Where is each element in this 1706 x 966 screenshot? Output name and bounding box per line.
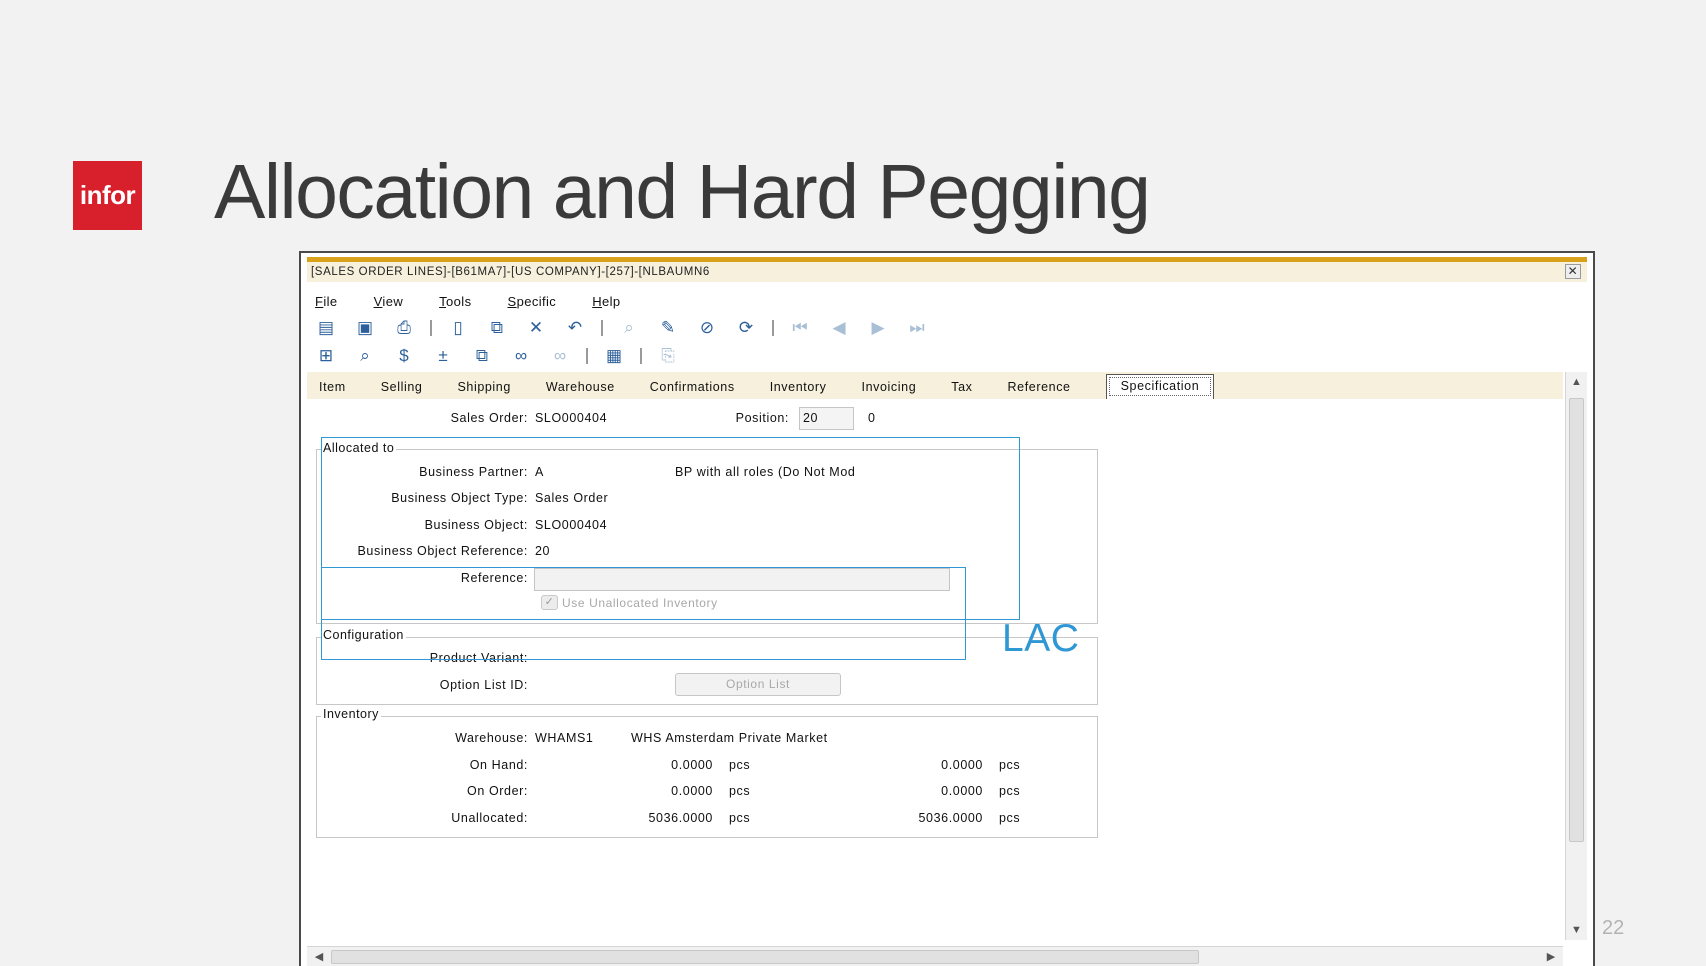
structure-icon[interactable]: ⊞ xyxy=(313,345,339,367)
export-icon[interactable]: ⎘ xyxy=(655,345,681,367)
copy-lines-icon[interactable]: ⧉ xyxy=(469,345,495,367)
menu-tools[interactable]: Tools xyxy=(439,294,471,309)
option-list-button[interactable]: Option List xyxy=(675,673,841,696)
menu-specific[interactable]: Specific xyxy=(507,294,556,309)
edit-icon[interactable]: ✎ xyxy=(655,317,681,339)
close-icon[interactable]: ✕ xyxy=(1565,264,1581,279)
inventory-title: Inventory xyxy=(321,707,381,721)
scroll-up-icon[interactable]: ▲ xyxy=(1566,372,1587,392)
menu-bar: File View Tools Specific Help xyxy=(315,294,657,309)
calculate-icon[interactable]: ± xyxy=(430,345,456,367)
tab-shipping[interactable]: Shipping xyxy=(457,380,510,399)
next-record-icon[interactable]: ▶ xyxy=(865,317,891,339)
position-label: Position: xyxy=(735,411,789,425)
find-icon[interactable]: ⌕ xyxy=(616,317,642,339)
infor-logo: infor xyxy=(73,161,142,230)
position-sequence: 0 xyxy=(868,411,876,425)
menu-view[interactable]: View xyxy=(374,294,404,309)
position-field[interactable]: 20 xyxy=(799,407,854,430)
on-order-unit-1: pcs xyxy=(729,784,751,798)
on-hand-label: On Hand: xyxy=(469,758,528,772)
report-icon[interactable]: ▦ xyxy=(601,345,627,367)
refresh-icon[interactable]: ⟳ xyxy=(733,317,759,339)
unallocated-qty-2: 5036.0000 xyxy=(918,811,983,825)
scroll-left-icon[interactable]: ◀ xyxy=(309,947,329,966)
menu-help[interactable]: Help xyxy=(592,294,620,309)
warehouse-description: WHS Amsterdam Private Market xyxy=(631,731,828,745)
option-list-id-label: Option List ID: xyxy=(439,678,528,692)
unallocated-unit-1: pcs xyxy=(729,811,751,825)
unallocated-label: Unallocated: xyxy=(451,811,528,825)
first-record-icon[interactable]: ⏮ xyxy=(787,317,813,339)
annotation-lac-box xyxy=(321,567,966,660)
vertical-scroll-thumb[interactable] xyxy=(1569,398,1584,842)
price-icon[interactable]: $ xyxy=(391,345,417,367)
toolbar-separator xyxy=(772,320,774,336)
on-order-qty-1: 0.0000 xyxy=(671,784,713,798)
slide-title: Allocation and Hard Pegging xyxy=(214,149,1151,235)
tab-inventory[interactable]: Inventory xyxy=(770,380,827,399)
horizontal-scrollbar[interactable]: ◀ ▶ xyxy=(307,946,1563,966)
sales-order-lines-window: [SALES ORDER LINES]-[B61MA7]-[US COMPANY… xyxy=(299,251,1595,966)
tab-confirmations[interactable]: Confirmations xyxy=(650,380,735,399)
toolbar-separator xyxy=(601,320,603,336)
warehouse-label: Warehouse: xyxy=(455,731,528,745)
window-title: [SALES ORDER LINES]-[B61MA7]-[US COMPANY… xyxy=(311,266,710,278)
page-number: 22 xyxy=(1602,917,1625,939)
on-hand-unit-2: pcs xyxy=(999,758,1021,772)
unallocated-qty-1: 5036.0000 xyxy=(648,811,713,825)
toolbar-primary: ▤ ▣ ⎙ ▯ ⧉ ✕ ↶ ⌕ ✎ ⊘ ⟳ ⏮ ◀ ▶ ⏭ xyxy=(313,316,943,340)
duplicate-icon[interactable]: ⧉ xyxy=(484,317,510,339)
on-order-label: On Order: xyxy=(467,784,528,798)
on-hand-unit-1: pcs xyxy=(729,758,751,772)
on-hand-qty-1: 0.0000 xyxy=(671,758,713,772)
scroll-down-icon[interactable]: ▼ xyxy=(1566,920,1587,940)
previous-record-icon[interactable]: ◀ xyxy=(826,317,852,339)
tab-invoicing[interactable]: Invoicing xyxy=(862,380,917,399)
toolbar-separator xyxy=(586,348,588,364)
new-record-icon[interactable]: ▯ xyxy=(445,317,471,339)
on-hand-qty-2: 0.0000 xyxy=(941,758,983,772)
toolbar-separator xyxy=(640,348,642,364)
warehouse-value: WHAMS1 xyxy=(535,731,594,745)
tab-item[interactable]: Item xyxy=(319,380,346,399)
tab-tax[interactable]: Tax xyxy=(951,380,972,399)
undo-icon[interactable]: ↶ xyxy=(562,317,588,339)
sales-order-value: SLO000404 xyxy=(535,411,608,425)
on-order-qty-2: 0.0000 xyxy=(941,784,983,798)
horizontal-scroll-thumb[interactable] xyxy=(331,950,1199,964)
tab-warehouse[interactable]: Warehouse xyxy=(546,380,615,399)
window-title-bar: [SALES ORDER LINES]-[B61MA7]-[US COMPANY… xyxy=(307,262,1587,282)
preview-icon[interactable]: ⌕ xyxy=(352,345,378,367)
toolbar-separator xyxy=(430,320,432,336)
link-icon[interactable]: ∞ xyxy=(508,345,534,367)
vertical-scrollbar[interactable]: ▲ ▼ xyxy=(1565,372,1587,940)
delete-icon[interactable]: ✕ xyxy=(523,317,549,339)
attachment-icon[interactable]: ⊘ xyxy=(694,317,720,339)
on-order-unit-2: pcs xyxy=(999,784,1021,798)
tab-selling[interactable]: Selling xyxy=(381,380,423,399)
tab-specification[interactable]: Specification xyxy=(1105,374,1215,399)
print-icon[interactable]: ⎙ xyxy=(391,317,417,339)
unallocated-unit-2: pcs xyxy=(999,811,1021,825)
tab-reference[interactable]: Reference xyxy=(1008,380,1071,399)
save-icon[interactable]: ▣ xyxy=(352,317,378,339)
toolbar-secondary: ⊞ ⌕ $ ± ⧉ ∞ ∞ ▦ ⎘ xyxy=(313,344,694,368)
last-record-icon[interactable]: ⏭ xyxy=(904,317,930,339)
menu-file[interactable]: File xyxy=(315,294,338,309)
unlink-icon[interactable]: ∞ xyxy=(547,345,573,367)
tab-bar: Item Selling Shipping Warehouse Confirma… xyxy=(307,372,1563,399)
save-and-exit-icon[interactable]: ▤ xyxy=(313,317,339,339)
sales-order-label: Sales Order: xyxy=(450,411,528,425)
scroll-right-icon[interactable]: ▶ xyxy=(1541,947,1561,966)
annotation-lac-label: LAC xyxy=(1002,617,1080,660)
